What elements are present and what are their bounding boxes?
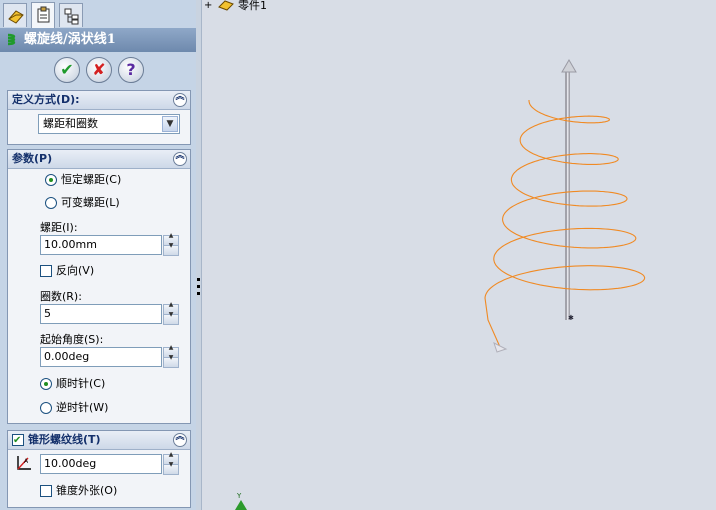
helix-feature-icon	[7, 33, 16, 46]
revolutions-input[interactable]: 5	[40, 304, 162, 324]
svg-text:A: A	[24, 458, 29, 465]
helix-axis-highlight	[567, 72, 569, 320]
parameters-group-title: 参数(P)	[12, 152, 53, 165]
collapse-parameters-button[interactable]: ︽	[173, 151, 187, 166]
pitch-input[interactable]: 10.00mm	[40, 235, 162, 255]
start-point-arrow-icon	[493, 342, 508, 353]
configuration-manager-icon	[64, 8, 79, 25]
splitter-grip	[197, 292, 200, 295]
triad-y-axis-icon	[235, 500, 247, 510]
counterclockwise-label: 逆时针(W)	[56, 401, 109, 414]
spin-down-button[interactable]: ▼	[163, 461, 179, 475]
spin-down-button[interactable]: ▼	[163, 354, 179, 368]
cancel-button[interactable]: ✘	[86, 57, 112, 83]
property-manager-title-bar: 螺旋线/涡状线1	[0, 28, 196, 52]
tab-property-manager[interactable]	[31, 2, 55, 28]
spin-down-button[interactable]: ▼	[163, 242, 179, 256]
parameters-group: 参数(P) ︽ 恒定螺距(C) 可变螺距(L) 螺距(I): 10.00mm ▲…	[7, 149, 191, 424]
ok-check-icon: ✔	[60, 60, 74, 79]
taper-angle-icon: A	[17, 456, 31, 470]
cancel-x-icon: ✘	[92, 60, 106, 79]
start-angle-label: 起始角度(S):	[40, 333, 104, 346]
definition-dropdown[interactable]: 螺距和圈数 ▼	[38, 114, 180, 134]
feature-manager-icon	[8, 10, 24, 24]
taper-group-header[interactable]: 锥形螺纹线(T) ︽	[8, 431, 190, 450]
definition-group: 定义方式(D): ︽ 螺距和圈数 ▼	[7, 90, 191, 145]
taper-group: 锥形螺纹线(T) ︽ A 10.00deg ▲ ▼ 锥度外张(O)	[7, 430, 191, 508]
feature-title: 螺旋线/涡状线1	[24, 32, 116, 47]
definition-selected-value: 螺距和圈数	[43, 117, 98, 130]
revolutions-value: 5	[44, 307, 51, 320]
start-angle-input[interactable]: 0.00deg	[40, 347, 162, 367]
pitch-label: 螺距(I):	[40, 221, 78, 234]
taper-outward-label: 锥度外张(O)	[56, 484, 118, 497]
pitch-value: 10.00mm	[44, 238, 97, 251]
checkbox-box	[40, 265, 52, 277]
taper-angle-value: 10.00deg	[44, 457, 97, 470]
radio-indicator	[45, 197, 57, 209]
checkbox-box	[40, 485, 52, 497]
definition-group-header[interactable]: 定义方式(D): ︽	[8, 91, 190, 110]
ok-button[interactable]: ✔	[54, 57, 80, 83]
help-button[interactable]: ?	[118, 57, 144, 83]
chevron-up-icon: ︽	[175, 432, 185, 442]
radio-indicator	[40, 402, 52, 414]
radio-indicator	[40, 378, 52, 390]
radio-indicator	[45, 174, 57, 186]
constant-pitch-label: 恒定螺距(C)	[61, 173, 122, 186]
tab-configuration-manager[interactable]	[59, 3, 83, 27]
revolutions-label: 圈数(R):	[40, 290, 82, 303]
splitter-grip	[197, 285, 200, 288]
clockwise-label: 顺时针(C)	[56, 377, 106, 390]
taper-group-title: 锥形螺纹线(T)	[28, 433, 101, 446]
start-angle-value: 0.00deg	[44, 350, 90, 363]
collapse-taper-button[interactable]: ︽	[173, 432, 187, 447]
dropdown-arrow[interactable]: ▼	[162, 116, 178, 132]
reverse-label: 反向(V)	[56, 264, 95, 277]
splitter-grip	[197, 278, 200, 281]
property-manager-panel: 螺旋线/涡状线1 ✔ ✘ ? 定义方式(D): ︽ 螺距和圈数 ▼ 参数(P) …	[0, 0, 196, 510]
taper-angle-spinner[interactable]: ▲ ▼	[163, 451, 179, 475]
pitch-spinner[interactable]: ▲ ▼	[163, 232, 179, 256]
help-question-icon: ?	[126, 60, 136, 79]
axis-arrow-icon	[561, 59, 577, 73]
property-manager-icon	[37, 6, 50, 23]
taper-angle-input[interactable]: 10.00deg	[40, 454, 162, 474]
action-buttons-row: ✔ ✘ ?	[0, 56, 196, 84]
chevron-up-icon: ︽	[175, 92, 185, 102]
checkbox-box	[12, 432, 24, 450]
revolutions-spinner[interactable]: ▲ ▼	[163, 301, 179, 325]
collapse-definition-button[interactable]: ︽	[173, 92, 187, 107]
variable-pitch-label: 可变螺距(L)	[61, 196, 120, 209]
start-angle-spinner[interactable]: ▲ ▼	[163, 344, 179, 368]
parameters-group-header[interactable]: 参数(P) ︽	[8, 150, 190, 169]
origin-marker: ✱	[568, 314, 574, 322]
triad-y-label: Y	[236, 492, 242, 500]
chevron-down-icon: ▼	[166, 119, 174, 129]
chevron-up-icon: ︽	[175, 151, 185, 161]
manager-tab-bar	[0, 0, 196, 28]
definition-group-title: 定义方式(D):	[12, 93, 80, 106]
helix-curve	[484, 100, 646, 348]
tab-feature-manager[interactable]	[3, 3, 27, 27]
model-viewport: ✱ Y	[235, 59, 646, 510]
spin-down-button[interactable]: ▼	[163, 311, 179, 325]
